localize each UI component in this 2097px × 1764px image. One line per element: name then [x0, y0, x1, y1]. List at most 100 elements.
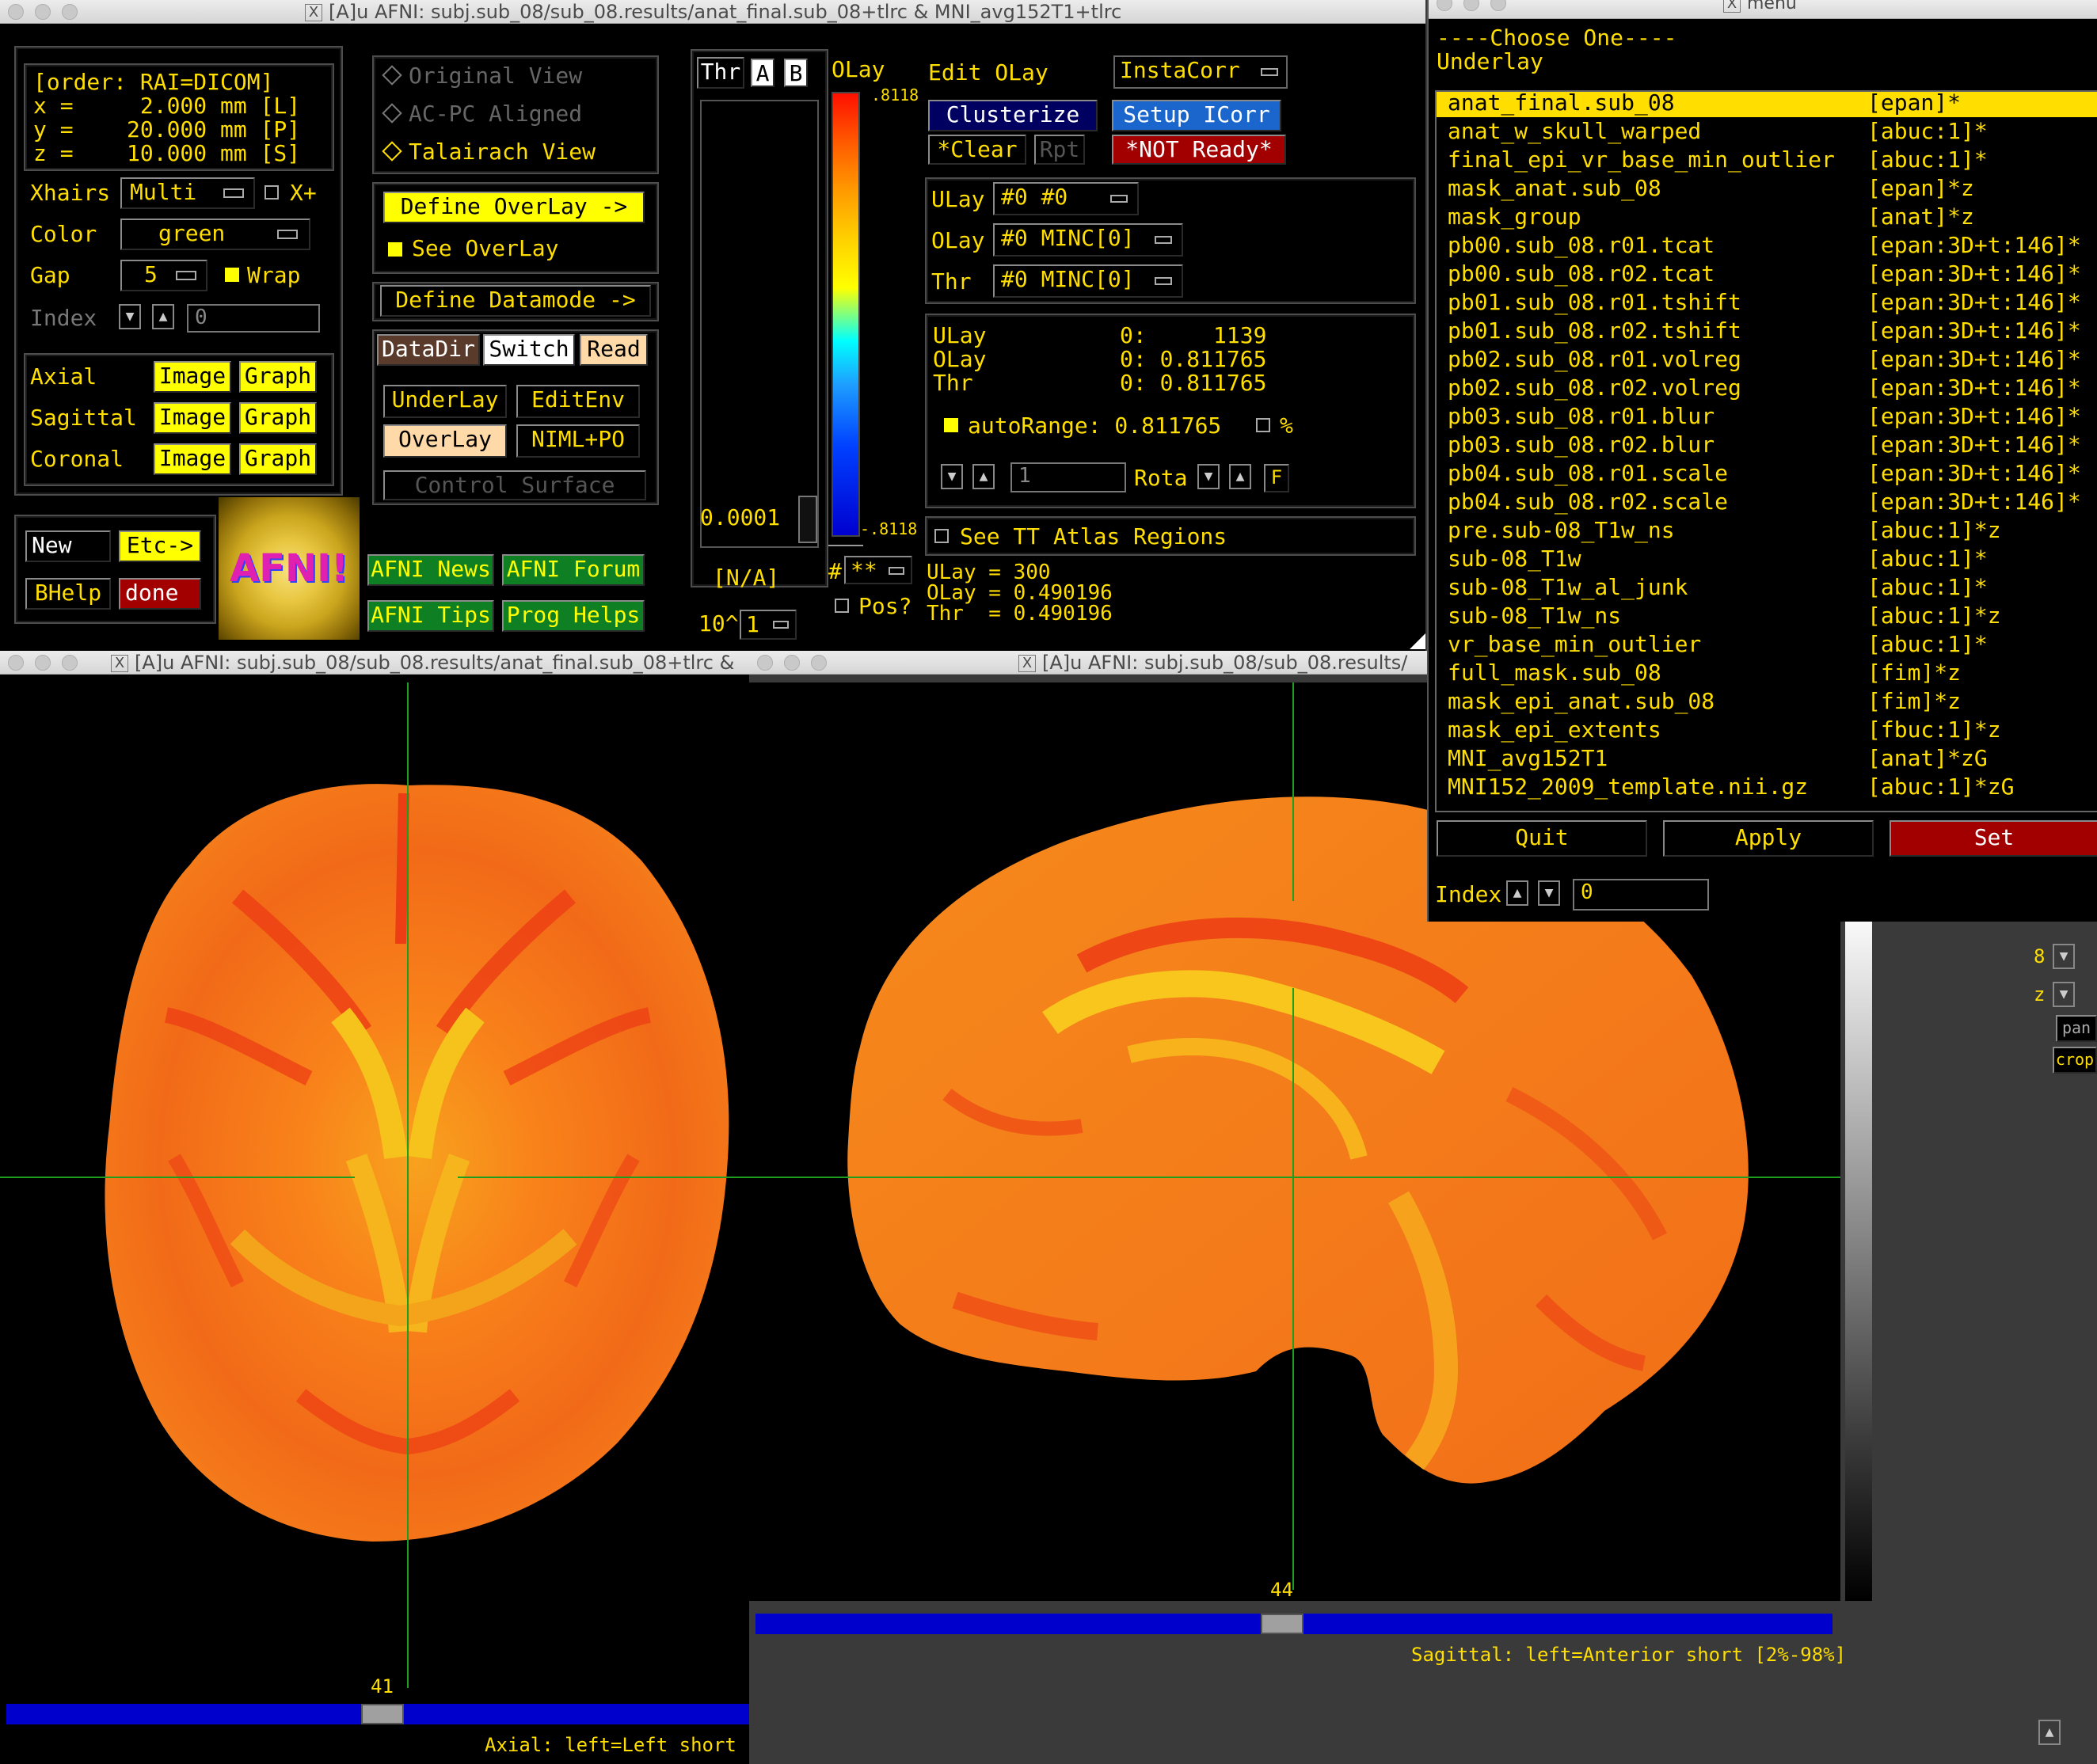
clusterize-button[interactable]: Clusterize [928, 100, 1098, 131]
underlay-list-item[interactable]: pb03.sub_08.r01.blur [epan:3D+t:146]* [1437, 402, 2097, 431]
stars-select[interactable]: ** [844, 556, 912, 584]
underlay-list-item[interactable]: pre.sub-08_T1w_ns [abuc:1]*z [1437, 516, 2097, 545]
underlay-list-item[interactable]: sub-08_T1w_al_junk [abuc:1]* [1437, 573, 2097, 602]
pow-select[interactable]: 1 [740, 610, 797, 640]
axial-titlebar[interactable]: X [A]u AFNI: subj.sub_08/sub_08.results/a… [0, 651, 749, 675]
coronal-graph-button[interactable]: Graph [239, 443, 317, 475]
sagittal-side-arrow-1[interactable]: ▼ [2053, 944, 2075, 969]
axial-image[interactable] [0, 682, 749, 1704]
quit-button[interactable]: Quit [1437, 820, 1647, 857]
menu-titlebar[interactable]: Xmenu [1429, 0, 2097, 19]
axial-image-button[interactable]: Image [154, 361, 231, 393]
underlay-list-item[interactable]: mask_epi_anat.sub_08 [fim]*z [1437, 687, 2097, 716]
sagittal-gray-bar[interactable] [1845, 904, 1872, 1601]
rota-arrow-down-2[interactable]: ▼ [1197, 464, 1220, 489]
bhelp-button[interactable]: BHelp [25, 578, 111, 610]
afni-forum-button[interactable]: AFNI Forum [502, 554, 645, 586]
afni-news-button[interactable]: AFNI News [367, 554, 494, 586]
menu-index-up-arrow[interactable]: ▲ [1506, 880, 1528, 906]
underlay-list-item[interactable]: full_mask.sub_08 [fim]*z [1437, 659, 2097, 687]
underlay-list-item[interactable]: pb02.sub_08.r01.volreg [epan:3D+t:146]* [1437, 345, 2097, 374]
underlay-list-item[interactable]: vr_base_min_outlier [abuc:1]* [1437, 630, 2097, 659]
axial-traffic-lights[interactable] [8, 655, 78, 671]
thr-b-button[interactable]: B [784, 59, 808, 87]
prog-helps-button[interactable]: Prog Helps [502, 600, 645, 632]
tt-atlas-checkbox[interactable] [934, 529, 949, 543]
percent-checkbox[interactable] [1256, 418, 1270, 432]
afni-tips-button[interactable]: AFNI Tips [367, 600, 494, 632]
menu-index-field[interactable]: 0 [1573, 879, 1709, 911]
sagittal-image-button[interactable]: Image [154, 402, 231, 434]
thr-select[interactable]: #0 MINC[0] [993, 264, 1183, 298]
rpt-button[interactable]: Rpt [1034, 135, 1085, 165]
rota-down-arrow[interactable]: ▼ [941, 464, 963, 489]
gap-select[interactable]: 5 [120, 260, 207, 291]
underlay-list-item[interactable]: pb00.sub_08.r01.tcat [epan:3D+t:146]* [1437, 231, 2097, 260]
underlay-list-item[interactable]: pb04.sub_08.r02.scale [epan:3D+t:146]* [1437, 488, 2097, 516]
underlay-list-item[interactable]: pb01.sub_08.r01.tshift [epan:3D+t:146]* [1437, 288, 2097, 317]
underlay-list-item[interactable]: sub-08_T1w_ns [abuc:1]*z [1437, 602, 2097, 630]
underlay-list-item[interactable]: pb04.sub_08.r01.scale [epan:3D+t:146]* [1437, 459, 2097, 488]
underlay-list-item[interactable]: pb02.sub_08.r02.volreg [epan:3D+t:146]* [1437, 374, 2097, 402]
thr-slider-track[interactable] [700, 100, 819, 548]
thr-a-button[interactable]: A [751, 59, 774, 87]
index-field[interactable]: 0 [187, 304, 320, 333]
set-button[interactable]: Set [1890, 820, 2097, 857]
wrap-checkbox[interactable] [225, 268, 239, 282]
underlay-list-item[interactable]: mask_group [anat]*z [1437, 203, 2097, 231]
define-overlay-button[interactable]: Define OverLay -> [383, 192, 645, 223]
niml-po-button[interactable]: NIML+PO [516, 424, 640, 458]
instacorr-button[interactable]: InstaCorr [1113, 55, 1288, 89]
thr-slider-thumb[interactable] [798, 496, 817, 543]
thr-label-button[interactable]: Thr [697, 57, 744, 89]
underlay-list-item[interactable]: anat_w_skull_warped [abuc:1]* [1437, 117, 2097, 146]
xhairs-select[interactable]: Multi [120, 177, 255, 209]
underlay-list-item[interactable]: final_epi_vr_base_min_outlier [abuc:1]* [1437, 146, 2097, 174]
rota-field[interactable]: 1 [1010, 462, 1126, 492]
olay-colorbar[interactable] [832, 92, 860, 537]
underlay-list-item[interactable]: pb01.sub_08.r02.tshift [epan:3D+t:146]* [1437, 317, 2097, 345]
read-button[interactable]: Read [580, 334, 648, 366]
axial-graph-button[interactable]: Graph [239, 361, 317, 393]
crop-button[interactable]: crop [2053, 1047, 2097, 1074]
index-up-arrow[interactable]: ▲ [152, 304, 174, 329]
menu-traffic-lights[interactable] [1437, 0, 1506, 11]
window-traffic-lights[interactable] [8, 4, 78, 20]
apply-button[interactable]: Apply [1663, 820, 1874, 857]
sagittal-corner-arrow[interactable]: ▲ [2038, 1720, 2061, 1745]
underlay-list-item[interactable]: mask_anat.sub_08 [epan]*z [1437, 174, 2097, 203]
switch-button[interactable]: Switch [483, 334, 575, 366]
underlay-list[interactable]: anat_final.sub_08 [epan]* anat_w_skull_war… [1435, 90, 2097, 812]
done-button[interactable]: done [119, 578, 201, 610]
underlay-list-item[interactable]: pb03.sub_08.r02.blur [epan:3D+t:146]* [1437, 431, 2097, 459]
ulay-select[interactable]: #0 #0 [993, 182, 1139, 215]
underlay-list-item[interactable]: anat_final.sub_08 [epan]* [1437, 92, 2097, 117]
not-ready-button[interactable]: *NOT Ready* [1112, 135, 1286, 165]
axial-slider-thumb[interactable] [361, 1704, 404, 1724]
control-surface-button[interactable]: Control Surface [383, 470, 646, 500]
editenv-button[interactable]: EditEnv [516, 385, 640, 418]
see-overlay-checkbox[interactable] [388, 242, 402, 257]
menu-index-down-arrow[interactable]: ▼ [1538, 880, 1560, 906]
overlay-button[interactable]: OverLay [383, 424, 507, 458]
underlay-button[interactable]: UnderLay [383, 385, 507, 418]
underlay-list-item[interactable]: mask_epi_extents [fbuc:1]*z [1437, 716, 2097, 744]
color-select[interactable]: green [120, 219, 310, 250]
sagittal-graph-button[interactable]: Graph [239, 402, 317, 434]
pos-checkbox[interactable] [835, 599, 849, 613]
xplus-checkbox[interactable] [265, 185, 279, 200]
underlay-list-item[interactable]: MNI152_2009_template.nii.gz [abuc:1]*zG [1437, 773, 2097, 801]
define-datamode-button[interactable]: Define Datamode -> [380, 285, 651, 317]
f-button[interactable]: F [1264, 464, 1289, 492]
coronal-image-button[interactable]: Image [154, 443, 231, 475]
underlay-list-item[interactable]: pb00.sub_08.r02.tcat [epan:3D+t:146]* [1437, 260, 2097, 288]
underlay-list-item[interactable]: sub-08_T1w [abuc:1]* [1437, 545, 2097, 573]
datadir-button[interactable]: DataDir [377, 334, 480, 366]
rota-up-arrow[interactable]: ▲ [972, 464, 995, 489]
sagittal-traffic-lights[interactable] [757, 655, 827, 671]
olay-select[interactable]: #0 MINC[0] [993, 223, 1183, 257]
main-titlebar[interactable]: X [A]u AFNI: subj.sub_08/sub_08.results/a… [0, 0, 1425, 24]
etc-button[interactable]: Etc-> [119, 530, 201, 562]
pan-button[interactable]: pan [2056, 1015, 2097, 1042]
rota-arrow-up-2[interactable]: ▲ [1229, 464, 1251, 489]
